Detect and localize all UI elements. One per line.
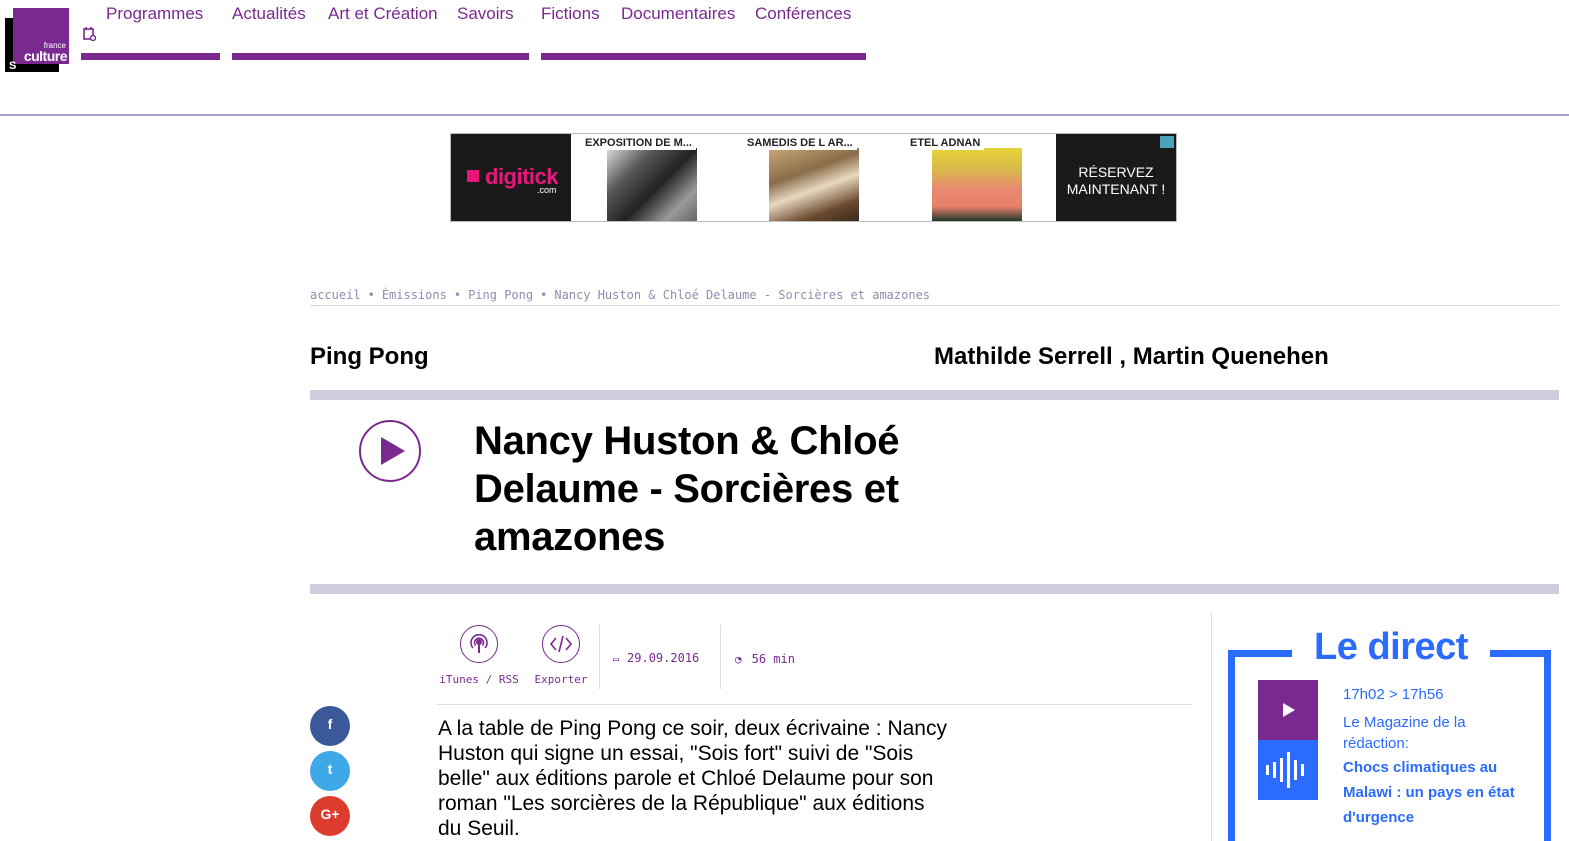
ad-choices-icon[interactable] <box>1160 136 1174 148</box>
nav-underline <box>232 53 529 60</box>
show-title[interactable]: Ping Pong <box>310 343 429 371</box>
show-hosts[interactable]: Mathilde Serrell , Martin Quenehen <box>934 343 1329 371</box>
ad-banner[interactable]: digitick .com EXPOSITION DE M... SAMEDIS… <box>450 133 1177 222</box>
google-plus-icon: G+ <box>320 806 340 822</box>
episode-duration: ◔ 56 min <box>735 652 795 666</box>
ad-card[interactable]: EXPOSITION DE M... <box>581 134 701 221</box>
play-icon[interactable] <box>358 419 422 483</box>
ad-card-image <box>607 148 697 221</box>
facebook-share-button[interactable]: f <box>310 706 350 746</box>
reserve-button[interactable]: RÉSERVEZ MAINTENANT ! <box>1056 134 1176 221</box>
divider-band <box>310 390 1559 400</box>
breadcrumb: accueil • Émissions • Ping Pong • Nancy Huston… <box>310 288 1559 306</box>
breadcrumb-home[interactable]: accueil <box>310 288 361 302</box>
itunes-rss-button[interactable]: iTunes / RSS <box>437 625 521 686</box>
stopwatch-icon: ◔ <box>735 653 742 666</box>
breadcrumb-current: Nancy Huston & Chloé Delaume - Sorcières… <box>554 288 931 302</box>
twitter-share-button[interactable]: t <box>310 751 350 791</box>
live-title[interactable]: Le direct <box>1292 626 1490 669</box>
digitick-logo: digitick .com <box>451 134 571 221</box>
live-time: 17h02 > 17h56 <box>1343 686 1444 703</box>
live-headline[interactable]: Chocs climatiques au Malawi : un pays en… <box>1343 755 1523 830</box>
breadcrumb-show[interactable]: Ping Pong <box>468 288 533 302</box>
ad-card-image <box>769 148 859 221</box>
episode-title: Nancy Huston & Chloé Delaume - Sorcières… <box>474 419 900 559</box>
facebook-icon: f <box>327 716 333 732</box>
divider-band <box>310 584 1559 594</box>
audio-wave-icon <box>1258 740 1318 800</box>
live-program[interactable]: Le Magazine de la rédaction: <box>1343 712 1523 754</box>
episode-meta: iTunes / RSS Exporter ▭ 29.09.2016 ◔ 56 mi… <box>437 625 1192 705</box>
ad-card-image <box>932 148 1022 221</box>
france-culture-logo[interactable]: france culture S <box>5 8 69 72</box>
live-play-button[interactable] <box>1258 680 1318 740</box>
google-plus-share-button[interactable]: G+ <box>310 796 350 836</box>
podcast-icon <box>460 625 498 663</box>
logo-mark-icon: S <box>9 60 17 72</box>
logo-main-text: culture <box>23 48 68 64</box>
nav-underline <box>541 53 866 60</box>
code-icon <box>542 625 580 663</box>
ad-card[interactable]: ETEL ADNAN <box>906 134 1026 221</box>
calendar-icon: ▭ <box>613 654 620 665</box>
site-header: france culture S Programmes Actualités A… <box>0 0 1569 116</box>
episode-description: A la table de Ping Pong ce soir, deux éc… <box>438 717 947 840</box>
play-icon <box>1283 703 1295 717</box>
twitter-icon: t <box>327 761 333 777</box>
breadcrumb-emissions[interactable]: Émissions <box>382 288 447 302</box>
export-button[interactable]: Exporter <box>529 625 593 686</box>
calendar-icon <box>83 27 96 41</box>
broadcast-date: ▭ 29.09.2016 <box>613 651 700 665</box>
live-player[interactable] <box>1258 680 1318 800</box>
ad-card[interactable]: SAMEDIS DE L AR... <box>743 134 863 221</box>
nav-underline <box>81 53 220 60</box>
